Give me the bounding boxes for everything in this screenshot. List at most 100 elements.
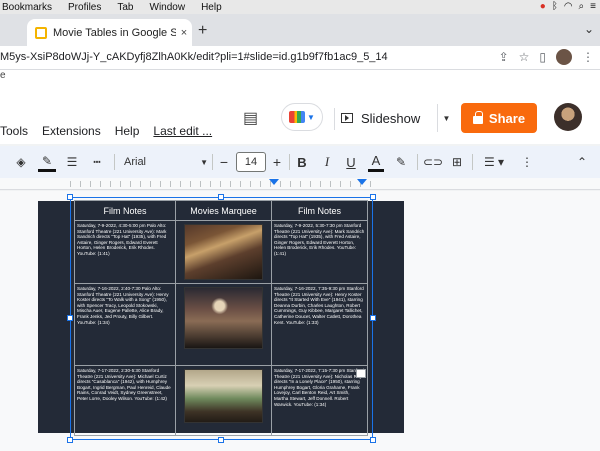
border-dash-icon[interactable]: ┅ bbox=[89, 152, 105, 172]
highlight-icon[interactable]: ✎ bbox=[394, 152, 408, 172]
user-avatar[interactable] bbox=[554, 103, 582, 131]
more-options-icon[interactable]: ⋮ bbox=[520, 152, 534, 172]
share-page-icon[interactable]: ⇪ bbox=[499, 50, 509, 64]
film-note-cell[interactable]: Saturday, 7-9-2022, 4:30-5:00 pm Palo Al… bbox=[74, 220, 176, 284]
slides-favicon-icon bbox=[35, 26, 47, 39]
table-header-cell[interactable]: Movies Marquee bbox=[175, 200, 272, 221]
bookmarks-bar: e bbox=[0, 70, 600, 86]
menu-bookmarks[interactable]: Bookmarks bbox=[2, 2, 52, 13]
table-row: Saturday, 7-17-2022, 2:30-5:30 Stanford … bbox=[74, 365, 368, 436]
marquee-photo-cell[interactable] bbox=[175, 365, 272, 436]
close-tab-icon[interactable]: × bbox=[176, 27, 192, 39]
resize-handle[interactable] bbox=[67, 194, 73, 200]
font-size-input[interactable]: 14 bbox=[236, 152, 266, 172]
format-toolbar: ◈ ✎ ☰ ┅ Arial ▼ − 14 + B I U A ✎ ⊂⊃ ⊞ ☰ … bbox=[0, 146, 600, 178]
record-icon[interactable]: ● bbox=[540, 1, 546, 12]
profile-avatar[interactable] bbox=[556, 49, 572, 65]
menu-window[interactable]: Window bbox=[150, 2, 186, 13]
decrease-font-size-button[interactable]: − bbox=[217, 152, 231, 172]
border-color-icon[interactable]: ✎ bbox=[38, 152, 56, 172]
menu-help[interactable]: Help bbox=[201, 2, 222, 13]
text-color-icon[interactable]: A bbox=[368, 152, 384, 172]
align-dropdown-icon[interactable]: ☰ ▾ bbox=[480, 152, 508, 172]
menu-extensions[interactable]: Extensions bbox=[42, 124, 101, 138]
wifi-icon[interactable]: ◠ bbox=[564, 1, 573, 12]
border-weight-icon[interactable]: ☰ bbox=[64, 152, 80, 172]
underline-icon[interactable]: U bbox=[344, 152, 358, 172]
indent-marker-icon[interactable] bbox=[269, 179, 279, 185]
browser-menu-icon[interactable]: ⋮ bbox=[582, 50, 594, 64]
resize-handle[interactable] bbox=[218, 437, 224, 443]
font-family-value: Arial bbox=[124, 156, 147, 168]
marquee-photo bbox=[184, 224, 263, 280]
resize-handle[interactable] bbox=[370, 315, 376, 321]
table-header-cell[interactable]: Film Notes bbox=[271, 200, 368, 221]
add-comment-icon[interactable]: ⊞ bbox=[450, 152, 464, 172]
film-note-cell[interactable]: Saturday, 7-17-2022, 2:30-5:30 Stanford … bbox=[74, 365, 176, 436]
status-icons: ● ᛒ ◠ ⌕ ≡ bbox=[540, 1, 596, 12]
resize-handle[interactable] bbox=[370, 437, 376, 443]
table-row: Saturday, 7-16-2022, 2:40-7:30 Palo Alto… bbox=[74, 283, 368, 366]
share-button[interactable]: Share bbox=[461, 103, 537, 133]
slideshow-icon bbox=[341, 113, 353, 123]
slideshow-button[interactable]: Slideshow bbox=[341, 104, 420, 132]
slideshow-dropdown-icon[interactable]: ▼ bbox=[437, 104, 455, 132]
font-dropdown-icon: ▼ bbox=[200, 157, 208, 167]
table-header-cell[interactable]: Film Notes bbox=[74, 200, 176, 221]
toolbar-separator bbox=[417, 154, 418, 170]
resize-handle[interactable] bbox=[218, 194, 224, 200]
resize-handle[interactable] bbox=[67, 315, 73, 321]
ruler-scale bbox=[70, 181, 375, 187]
meet-button[interactable]: ▼ bbox=[281, 103, 323, 131]
table-row: Saturday, 7-9-2022, 4:30-5:00 pm Palo Al… bbox=[74, 220, 368, 284]
meet-icon bbox=[289, 111, 306, 123]
share-label: Share bbox=[488, 110, 526, 126]
increase-font-size-button[interactable]: + bbox=[270, 152, 284, 172]
horizontal-ruler bbox=[0, 178, 600, 190]
movie-table[interactable]: Film Notes Movies Marquee Film Notes Sat… bbox=[74, 200, 368, 436]
collapse-toolbar-chevron-icon[interactable]: ⌃ bbox=[575, 152, 589, 172]
paint-bucket-icon[interactable]: ◈ bbox=[14, 152, 28, 172]
marquee-photo-cell[interactable] bbox=[175, 283, 272, 366]
film-note-cell[interactable]: Saturday, 7-17-2022, 7:15-7:30 pm Stanfo… bbox=[271, 365, 368, 436]
table-header-row: Film Notes Movies Marquee Film Notes bbox=[74, 200, 368, 221]
comment-history-icon[interactable]: ▤ bbox=[243, 108, 258, 128]
search-icon[interactable]: ⌕ bbox=[579, 1, 585, 12]
toolbar-separator bbox=[114, 154, 115, 170]
font-family-select[interactable]: Arial ▼ bbox=[124, 152, 208, 172]
tab-movie-tables[interactable]: Movie Tables in Google Slides × bbox=[27, 19, 192, 46]
bluetooth-icon[interactable]: ᛒ bbox=[552, 1, 558, 12]
marquee-photo bbox=[184, 369, 263, 423]
table-cell-menu-button[interactable] bbox=[356, 369, 366, 378]
control-center-icon[interactable]: ≡ bbox=[590, 1, 596, 12]
marquee-photo-cell[interactable] bbox=[175, 220, 272, 284]
new-tab-button[interactable]: + bbox=[198, 22, 207, 40]
resize-handle[interactable] bbox=[67, 437, 73, 443]
italic-icon[interactable]: I bbox=[320, 152, 334, 172]
browser-tab-strip: Movie Tables in Google Slides × + ⌄ bbox=[0, 14, 600, 46]
right-indent-marker-icon[interactable] bbox=[357, 179, 367, 185]
film-note-cell[interactable]: Saturday, 7-16-2022, 7:35-9:30 pm Stanfo… bbox=[271, 283, 368, 366]
menu-tab[interactable]: Tab bbox=[117, 2, 133, 13]
menu-help-docs[interactable]: Help bbox=[115, 124, 140, 138]
header-divider bbox=[334, 108, 335, 130]
address-bar-icons: ⇪ ☆ ▯ ⋮ bbox=[499, 49, 594, 65]
toolbar-separator bbox=[212, 154, 213, 170]
slides-header: Tools Extensions Help Last edit ... ▤ ▼ … bbox=[0, 86, 600, 144]
menu-tools[interactable]: Tools bbox=[0, 124, 28, 138]
menu-profiles[interactable]: Profiles bbox=[68, 2, 101, 13]
tab-search-chevron-icon[interactable]: ⌄ bbox=[584, 22, 594, 36]
film-note-cell[interactable]: Saturday, 7-16-2022, 2:40-7:30 Palo Alto… bbox=[74, 283, 176, 366]
slides-menu-bar: Tools Extensions Help Last edit ... bbox=[0, 124, 212, 138]
bold-icon[interactable]: B bbox=[295, 152, 309, 172]
sidebar-icon[interactable]: ▯ bbox=[539, 50, 546, 64]
toolbar-separator bbox=[289, 154, 290, 170]
film-note-cell[interactable]: Saturday, 7-9-2022, 5:30-7:30 pm Stanfor… bbox=[271, 220, 368, 284]
meet-dropdown-icon: ▼ bbox=[307, 112, 315, 122]
resize-handle[interactable] bbox=[370, 194, 376, 200]
address-bar: M5ys-XsiP8doWJj-Y_cAKDyfj8ZlhA0Kk/edit?p… bbox=[0, 46, 600, 70]
url-field[interactable]: M5ys-XsiP8doWJj-Y_cAKDyfj8ZlhA0Kk/edit?p… bbox=[0, 51, 388, 63]
link-icon[interactable]: ⊂⊃ bbox=[423, 152, 443, 172]
last-edit-link[interactable]: Last edit ... bbox=[153, 124, 212, 138]
bookmark-star-icon[interactable]: ☆ bbox=[519, 50, 530, 64]
